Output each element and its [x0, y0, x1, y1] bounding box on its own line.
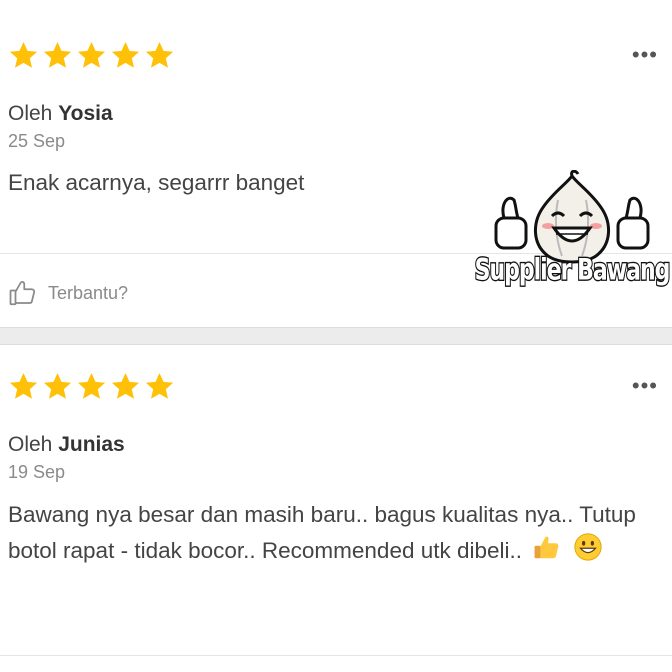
helpful-label: Terbantu? — [48, 282, 129, 303]
section-divider — [0, 327, 672, 345]
star-icon — [110, 40, 141, 71]
bottom-divider — [0, 655, 672, 656]
author-name: Junias — [58, 433, 125, 456]
byline-prefix: Oleh — [8, 102, 53, 125]
star-rating — [8, 371, 175, 402]
grinning-face-emoji — [573, 532, 603, 572]
star-icon — [144, 371, 175, 402]
thumbs-up-icon — [8, 278, 38, 308]
star-icon — [42, 371, 73, 402]
star-icon — [76, 371, 107, 402]
review-date: 25 Sep — [8, 131, 66, 151]
review-byline: Oleh Yosia — [8, 102, 113, 126]
more-options-button[interactable]: ••• — [632, 44, 658, 66]
star-icon — [76, 40, 107, 71]
star-icon — [144, 40, 175, 71]
review-text-block: Bawang nya besar dan masih baru.. bagus … — [8, 498, 658, 572]
review-date: 19 Sep — [8, 462, 66, 482]
star-rating — [8, 40, 175, 71]
star-icon — [110, 371, 141, 402]
thumbs-up-emoji — [532, 532, 562, 572]
review-card-2: ••• Oleh Junias 19 Sep Bawang nya besar … — [0, 345, 672, 672]
byline-prefix: Oleh — [8, 433, 53, 456]
star-icon — [42, 40, 73, 71]
review-byline: Oleh Junias — [8, 433, 125, 457]
logo-text: Supplier Bawang — [474, 252, 672, 288]
helpful-button[interactable]: Terbantu? — [8, 278, 128, 308]
star-icon — [8, 40, 39, 71]
more-options-button[interactable]: ••• — [632, 375, 658, 397]
supplier-bawang-logo: Supplier Bawang — [474, 169, 672, 302]
author-name: Yosia — [58, 102, 113, 125]
star-icon — [8, 371, 39, 402]
